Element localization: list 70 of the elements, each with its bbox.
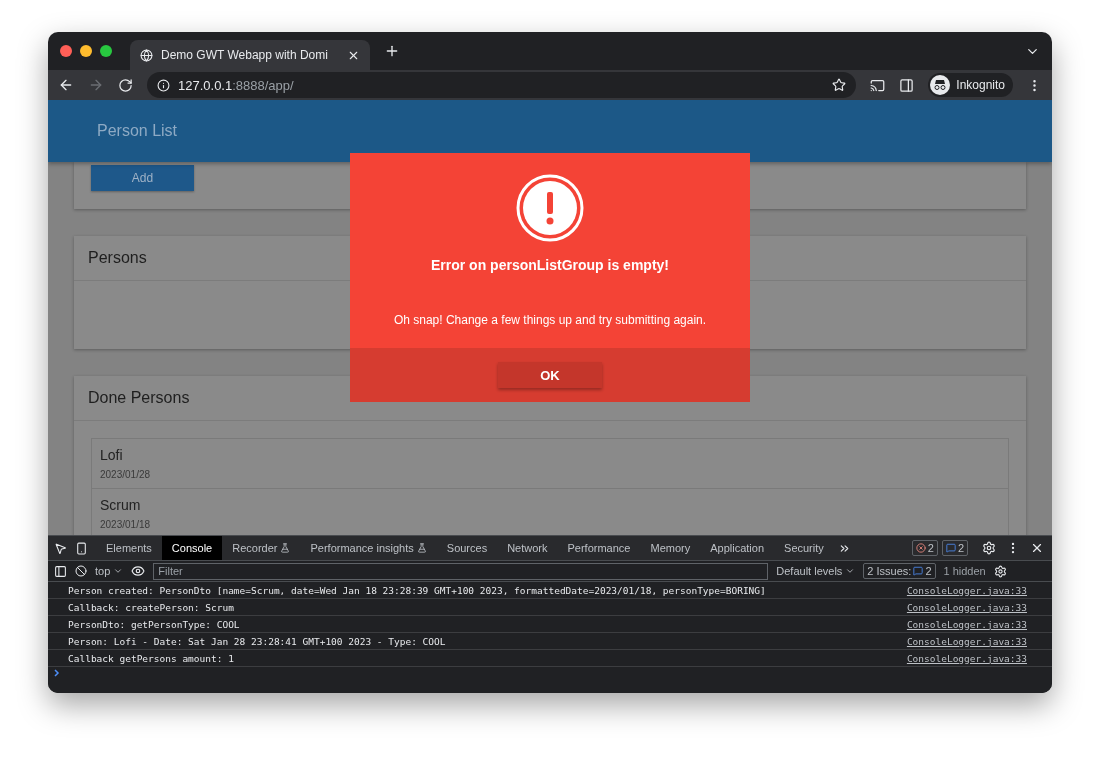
source-link[interactable]: ConsoleLogger.java:33 xyxy=(906,635,1027,647)
devtools-tab[interactable]: Memory xyxy=(640,536,701,560)
dialog-message: Oh snap! Change a few things up and try submitting again. xyxy=(393,313,707,327)
new-tab-icon[interactable] xyxy=(384,43,400,59)
hidden-count: 1 hidden xyxy=(943,565,986,577)
devtools-tab[interactable]: Security xyxy=(774,536,834,560)
tab-title: Demo GWT Webapp with Domi xyxy=(161,48,329,62)
flask-icon xyxy=(280,543,291,553)
address-bar[interactable]: 127.0.0.1:8888/app/ xyxy=(147,72,857,98)
person-name: Scrum xyxy=(100,497,142,513)
header-title: Person List xyxy=(97,122,178,140)
side-panel-icon[interactable] xyxy=(899,77,915,93)
warning-icon xyxy=(516,174,584,242)
devtools-tab[interactable]: Elements xyxy=(96,536,162,560)
close-window-button[interactable] xyxy=(60,45,72,57)
settings-icon[interactable] xyxy=(993,564,1007,578)
minimize-window-button[interactable] xyxy=(80,45,92,57)
settings-icon[interactable] xyxy=(982,541,996,555)
reload-icon[interactable] xyxy=(118,77,133,93)
devtools-tab[interactable]: Application xyxy=(700,536,775,560)
incognito-icon xyxy=(933,80,948,90)
log-message: Person created: PersonDto [name=Scrum, date=Wed Jan 18 23:28:39 GMT+100 2023, formattedDate=2023/01/18, personType=BORING] xyxy=(68,584,766,596)
caret-icon xyxy=(845,566,856,576)
globe-icon xyxy=(140,48,153,62)
log-message: PersonDto: getPersonType: COOL xyxy=(68,618,240,630)
devtools-tab[interactable]: Performance insights xyxy=(300,536,437,560)
source-link[interactable]: ConsoleLogger.java:33 xyxy=(906,652,1027,664)
info-icon xyxy=(157,78,170,92)
devtools-tab[interactable]: Performance xyxy=(557,536,641,560)
browser-tab[interactable]: Demo GWT Webapp with Domi xyxy=(130,40,370,70)
profile-button[interactable]: Inkognito xyxy=(928,73,1013,97)
eye-icon[interactable] xyxy=(131,564,146,578)
log-message: Callback getPersons amount: 1 xyxy=(68,652,234,664)
clear-icon[interactable] xyxy=(75,565,87,577)
dialog-title: Error on personListGroup is empty! xyxy=(431,257,669,273)
ok-button[interactable]: OK xyxy=(498,362,602,388)
star-icon[interactable] xyxy=(832,78,847,92)
section-title: Done Persons xyxy=(88,389,190,407)
issues-button[interactable]: 2 Issues: 2 xyxy=(863,563,936,579)
devtools-tab[interactable]: Sources xyxy=(436,536,498,560)
zoom-window-button[interactable] xyxy=(100,45,112,57)
context-selector[interactable]: top xyxy=(95,565,124,577)
person-date: 2023/01/18 xyxy=(100,519,152,530)
source-link[interactable]: ConsoleLogger.java:33 xyxy=(906,601,1027,613)
device-toolbar-icon[interactable] xyxy=(75,541,88,555)
person-item[interactable]: Lofi 2023/01/28 xyxy=(92,439,1008,489)
sidebar-toggle-icon[interactable] xyxy=(54,564,67,578)
log-message: Callback: createPerson: Scrum xyxy=(68,601,234,613)
message-icon xyxy=(945,543,956,553)
devtools-tab[interactable]: Console xyxy=(161,536,223,560)
devtools-tab[interactable]: Network xyxy=(497,536,558,560)
message-icon xyxy=(913,566,924,576)
section-title: Persons xyxy=(88,249,147,267)
person-date: 2023/01/28 xyxy=(100,469,152,480)
devtools-tab[interactable]: Recorder xyxy=(222,536,301,560)
person-name: Lofi xyxy=(100,447,124,463)
source-link[interactable]: ConsoleLogger.java:33 xyxy=(906,584,1027,596)
error-icon xyxy=(915,543,926,553)
back-icon[interactable] xyxy=(58,77,74,93)
source-link[interactable]: ConsoleLogger.java:33 xyxy=(906,618,1027,630)
levels-dropdown[interactable]: Default levels xyxy=(776,565,856,577)
flask-icon xyxy=(416,543,427,553)
log-message: Person: Lofi - Date: Sat Jan 28 23:28:41 GMT+100 2023 - Type: COOL xyxy=(68,635,446,647)
filter-field[interactable]: Filter xyxy=(153,562,769,580)
message-count[interactable]: 2 xyxy=(941,540,968,556)
close-icon[interactable] xyxy=(1030,541,1044,555)
error-count[interactable]: 2 xyxy=(911,540,938,556)
cast-icon[interactable] xyxy=(870,77,886,93)
caret-icon xyxy=(113,566,124,576)
inspect-icon[interactable] xyxy=(54,541,67,555)
